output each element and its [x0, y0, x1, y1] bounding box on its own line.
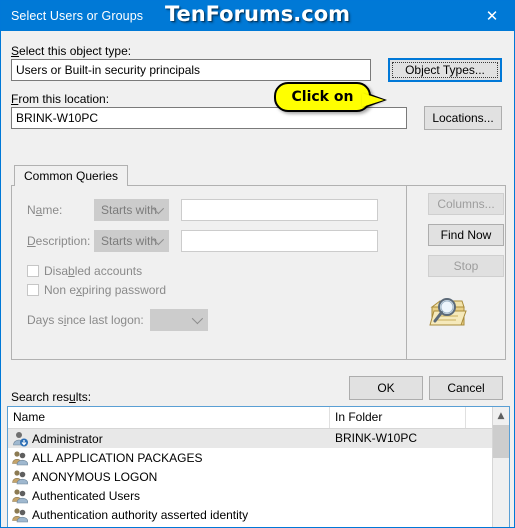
locations-button-label: Locations... [432, 111, 494, 125]
group-icon [12, 450, 32, 466]
row-name-text: ANONYMOUS LOGON [32, 469, 158, 484]
row-name-cell: Administrator [12, 429, 103, 448]
table-row[interactable]: BATCH [8, 524, 509, 528]
click-on-callout: Click on [274, 82, 371, 112]
list-scrollbar[interactable]: ▲ ▼ [492, 407, 509, 527]
row-folder-cell: BRINK-W10PC [335, 431, 418, 445]
close-icon[interactable]: ✕ [470, 1, 514, 31]
table-row[interactable]: ANONYMOUS LOGON [8, 467, 509, 486]
row-name-cell: ANONYMOUS LOGON [12, 467, 157, 486]
group-icon [12, 488, 32, 504]
chevron-down-icon [152, 231, 165, 251]
column-header-name[interactable]: Name [8, 407, 330, 428]
table-row[interactable]: Authenticated Users [8, 486, 509, 505]
name-label: Name: [27, 203, 63, 217]
select-users-or-groups-dialog: Select Users or Groups TenForums.com ✕ S… [0, 0, 515, 528]
ok-button[interactable]: OK [349, 376, 423, 400]
tab-common-queries-label: Common Queries [24, 169, 119, 183]
name-input[interactable] [181, 199, 378, 221]
stop-button[interactable]: Stop [428, 255, 504, 277]
list-header: Name In Folder [8, 407, 509, 429]
object-type-label: Select this object type: [11, 44, 132, 58]
table-row[interactable]: Authentication authority asserted identi… [8, 505, 509, 524]
callout-pointer [362, 93, 384, 107]
row-name-text: Authentication authority asserted identi… [32, 507, 249, 522]
columns-button[interactable]: Columns... [428, 193, 504, 215]
stop-button-label: Stop [453, 259, 479, 273]
description-condition-combo[interactable]: Starts with [94, 230, 169, 252]
disabled-accounts-label: Disabled accounts [44, 264, 143, 278]
search-folder-icon [428, 293, 470, 329]
disabled-accounts-checkbox[interactable] [27, 265, 39, 277]
object-types-button-label: Object Types... [405, 63, 485, 77]
object-type-input[interactable]: Users or Built-in security principals [11, 59, 371, 81]
row-name-cell: ALL APPLICATION PACKAGES [12, 448, 203, 467]
search-results-list[interactable]: Name In Folder Administrator BRINK-W10PC A… [7, 406, 510, 528]
group-icon [12, 469, 32, 485]
non-expiring-password-checkbox[interactable] [27, 284, 39, 296]
locations-button[interactable]: Locations... [424, 106, 502, 130]
table-row[interactable]: ALL APPLICATION PACKAGES [8, 448, 509, 467]
chevron-down-icon [191, 310, 204, 330]
row-name-text: Authenticated Users [32, 488, 141, 503]
find-now-button-label: Find Now [440, 228, 492, 242]
panel-divider [406, 186, 407, 359]
group-icon [12, 507, 32, 523]
chevron-down-icon [152, 200, 165, 220]
cancel-button-label: Cancel [447, 381, 485, 395]
callout-label: Click on [291, 89, 354, 105]
scroll-up-icon[interactable]: ▲ [493, 407, 509, 424]
description-input[interactable] [181, 230, 378, 252]
description-condition-value: Starts with [101, 234, 158, 248]
disabled-accounts-checkbox-row[interactable]: Disabled accounts [27, 264, 142, 278]
name-condition-value: Starts with [101, 203, 158, 217]
table-row[interactable]: Administrator BRINK-W10PC [8, 429, 509, 448]
column-header-in-folder[interactable]: In Folder [330, 407, 466, 428]
row-name-cell: BATCH [12, 524, 72, 528]
days-since-last-logon-label: Days since last logon: [27, 313, 144, 327]
window-title: Select Users or Groups [11, 9, 144, 23]
location-label: From this location: [11, 92, 110, 106]
name-condition-combo[interactable]: Starts with [94, 199, 169, 221]
search-results-label: Search results: [11, 390, 92, 404]
row-name-text: Administrator [32, 431, 103, 446]
row-name-text: ALL APPLICATION PACKAGES [32, 450, 203, 465]
days-since-last-logon-combo[interactable] [150, 309, 208, 331]
scrollbar-thumb[interactable] [493, 425, 509, 458]
non-expiring-password-label: Non expiring password [44, 283, 167, 297]
non-expiring-password-checkbox-row[interactable]: Non expiring password [27, 283, 166, 297]
columns-button-label: Columns... [437, 197, 495, 211]
dialog-client-area: Select this object type: Users or Built-… [1, 31, 514, 527]
description-label: Description: [27, 234, 91, 248]
tab-common-queries[interactable]: Common Queries [14, 165, 129, 186]
title-bar: Select Users or Groups TenForums.com ✕ [1, 1, 514, 31]
row-name-cell: Authentication authority asserted identi… [12, 505, 248, 524]
object-types-button[interactable]: Object Types... [388, 58, 502, 82]
tab-strip: Common Queries [11, 165, 506, 186]
list-body: Administrator BRINK-W10PC ALL APPLICATION … [8, 429, 509, 528]
row-name-cell: Authenticated Users [12, 486, 140, 505]
find-now-button[interactable]: Find Now [428, 224, 504, 246]
ok-button-label: OK [377, 381, 395, 395]
user-icon [12, 431, 32, 447]
cancel-button[interactable]: Cancel [429, 376, 503, 400]
